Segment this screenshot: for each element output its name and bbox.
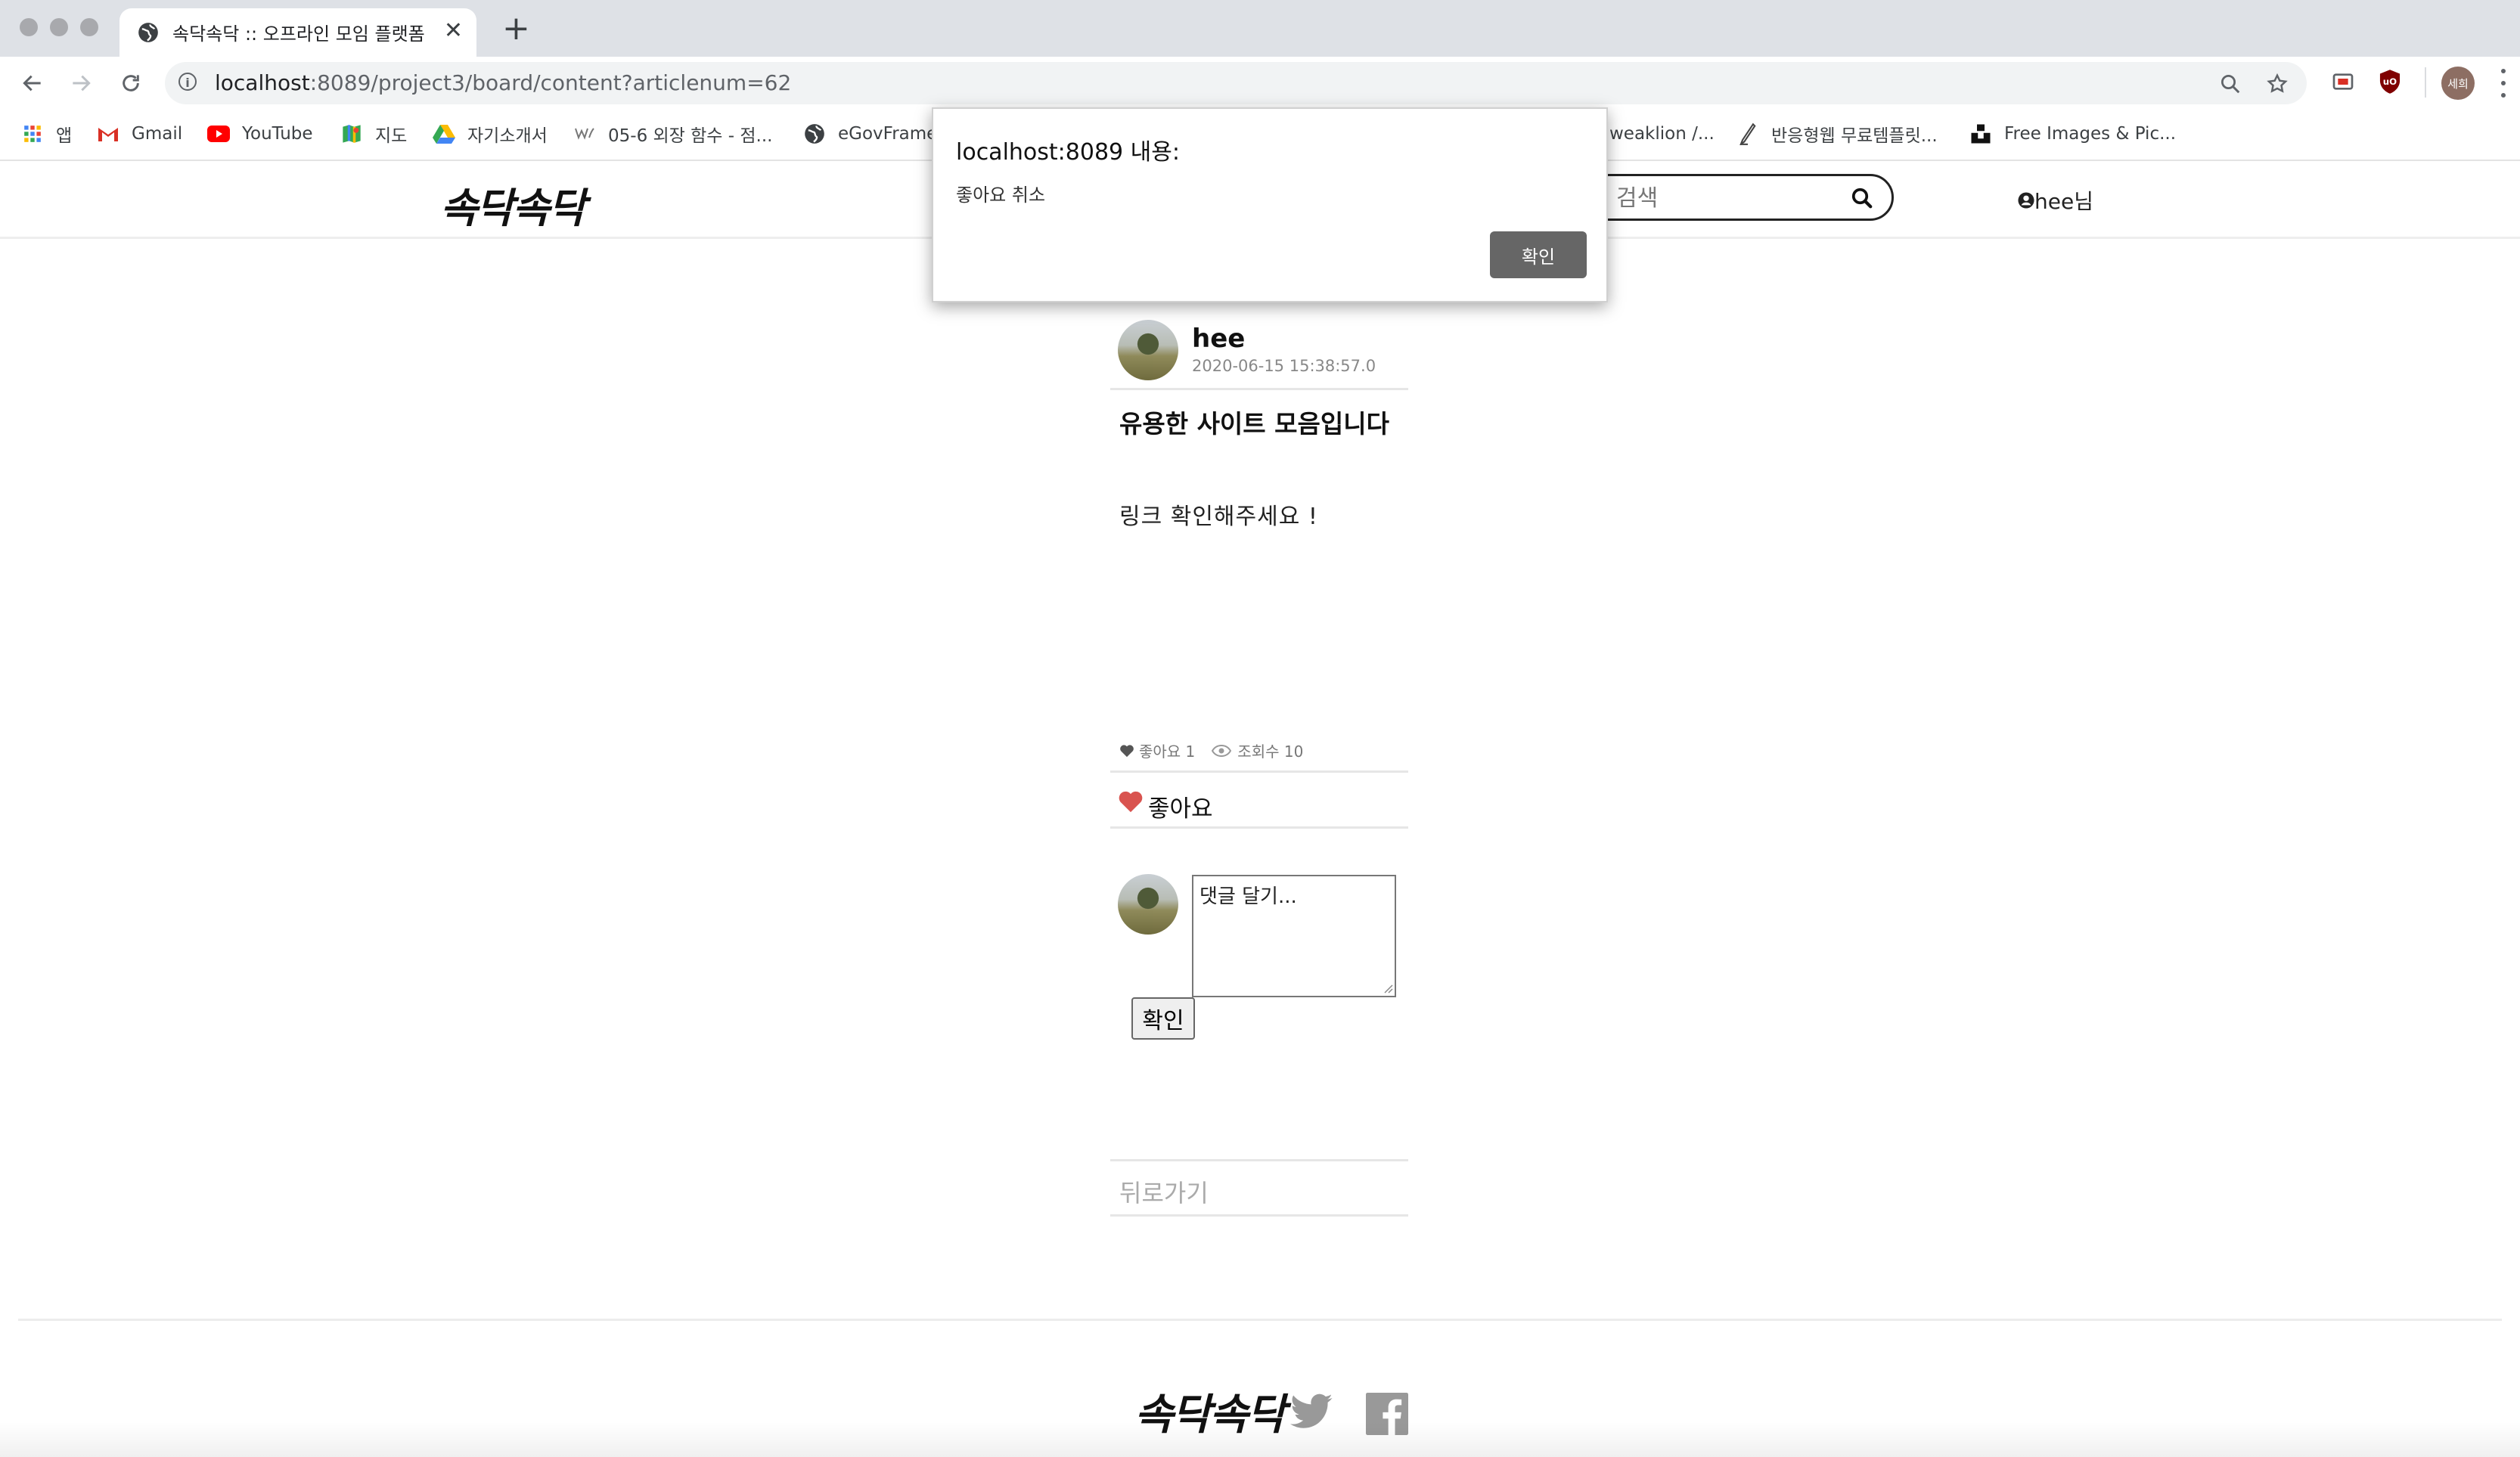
gmail-icon — [97, 122, 119, 145]
tab-title: 속닥속닥 :: 오프라인 모임 플랫폼 — [172, 23, 425, 45]
window-minimize-dot[interactable] — [50, 18, 68, 36]
browser-tab-strip: 속닥속닥 :: 오프라인 모임 플랫폼 ✕ + — [0, 0, 2520, 57]
author-avatar — [1118, 320, 1178, 380]
bookmark-label: 지도 — [375, 126, 408, 146]
tab-close-icon[interactable]: ✕ — [444, 17, 463, 45]
bookmark-weaklion[interactable]: weaklion /... — [1609, 119, 1715, 149]
site-search — [1585, 174, 1894, 221]
bookmark-apps[interactable]: 앱 — [21, 119, 72, 149]
globe-icon — [138, 23, 158, 42]
bookmark-wikidocs[interactable]: 05-6 외장 함수 - 점... — [573, 119, 772, 149]
eye-icon — [1212, 744, 1232, 757]
resize-handle-icon[interactable] — [1383, 983, 1393, 994]
bookmark-gmail[interactable]: Gmail — [97, 119, 182, 149]
user-menu-link[interactable]: hee님 — [2018, 185, 2093, 215]
globe-icon — [803, 122, 826, 145]
bookmark-label: 앱 — [56, 126, 73, 146]
views-count: 조회수 10 — [1237, 742, 1304, 761]
search-icon[interactable] — [1851, 187, 1873, 209]
commenter-avatar — [1118, 874, 1178, 935]
divider — [1110, 826, 1408, 829]
browser-toolbar: i localhost:8089/project3/board/content?… — [0, 57, 2520, 110]
cast-icon[interactable] — [2331, 70, 2355, 94]
footer-divider — [18, 1319, 2502, 1321]
divider — [1110, 770, 1408, 773]
maps-icon — [340, 122, 363, 145]
comment-submit-button[interactable]: 확인 — [1131, 997, 1195, 1040]
bookmark-youtube[interactable]: YouTube — [207, 119, 313, 149]
bookmark-label: 자기소개서 — [467, 126, 548, 146]
unsplash-icon — [1969, 122, 1992, 145]
bookmark-label: Gmail — [132, 124, 183, 144]
wikidocs-icon — [573, 122, 596, 145]
bookmark-label: 05-6 외장 함수 - 점... — [608, 126, 773, 146]
address-url[interactable]: localhost:8089/project3/board/content?ar… — [215, 70, 791, 95]
divider — [1110, 388, 1408, 390]
bookmark-unsplash[interactable]: Free Images & Pic... — [1969, 119, 2176, 149]
bookmark-label: weaklion /... — [1609, 124, 1715, 144]
address-bar[interactable]: i localhost:8089/project3/board/content?… — [165, 62, 2307, 104]
user-label: hee님 — [2034, 189, 2093, 214]
comment-textarea[interactable] — [1192, 875, 1396, 997]
bookmark-label: 반응형웹 무료템플릿... — [1771, 126, 1938, 146]
back-arrow-icon[interactable] — [14, 64, 51, 102]
bookmark-template[interactable]: 반응형웹 무료템플릿... — [1736, 119, 1938, 149]
profile-avatar[interactable]: 세희 — [2441, 67, 2475, 100]
site-info-icon[interactable]: i — [178, 73, 197, 91]
drive-icon — [433, 122, 455, 145]
user-circle-icon — [2018, 192, 2034, 209]
search-input[interactable] — [1615, 182, 1845, 214]
like-button[interactable]: 좋아요 — [1118, 779, 1213, 823]
window-zoom-dot[interactable] — [80, 18, 98, 36]
browser-tab-active[interactable]: 속닥속닥 :: 오프라인 모임 플랫폼 ✕ — [119, 8, 476, 57]
divider — [1110, 1214, 1408, 1217]
post-stats: 좋아요 1 조회수 10 — [1119, 739, 1303, 761]
apps-grid-icon — [21, 122, 44, 145]
reload-icon[interactable] — [112, 64, 150, 102]
ublock-shield-icon[interactable]: uO — [2378, 69, 2402, 95]
author-name[interactable]: hee — [1192, 324, 1245, 354]
divider — [1110, 1159, 1408, 1161]
post-body: 링크 확인해주세요 ! — [1119, 504, 1318, 530]
back-link[interactable]: 뒤로가기 — [1119, 1174, 1209, 1209]
footer-shadow — [0, 1421, 2520, 1457]
bookmark-star-icon[interactable] — [2266, 73, 2289, 95]
forward-arrow-icon[interactable] — [62, 64, 100, 102]
heart-small-icon — [1120, 744, 1134, 757]
bookmark-drive[interactable]: 자기소개서 — [433, 119, 548, 149]
bookmark-egovframe[interactable]: eGovFrame — [803, 119, 937, 149]
likes-count: 좋아요 1 — [1139, 742, 1196, 761]
like-label: 좋아요 — [1148, 795, 1213, 823]
profile-label: 세희 — [2447, 76, 2469, 91]
pen-icon — [1736, 122, 1759, 145]
post-date: 2020-06-15 15:38:57.0 — [1192, 357, 1376, 375]
window-close-dot[interactable] — [20, 18, 38, 36]
site-logo[interactable]: 속닥속닥 — [440, 175, 586, 234]
new-tab-button[interactable]: + — [502, 11, 530, 47]
bookmark-maps[interactable]: 지도 — [340, 119, 407, 149]
zoom-icon[interactable] — [2219, 73, 2242, 95]
dialog-message: 좋아요 취소 — [956, 184, 1046, 206]
dialog-title: localhost:8089 내용: — [956, 139, 1180, 166]
heart-icon — [1119, 791, 1143, 812]
dialog-ok-button[interactable]: 확인 — [1490, 231, 1587, 278]
bookmark-label: YouTube — [242, 124, 313, 144]
alert-dialog: localhost:8089 내용: 좋아요 취소 확인 — [932, 107, 1608, 302]
post-title: 유용한 사이트 모음입니다 — [1119, 409, 1389, 439]
youtube-icon — [207, 122, 230, 145]
bookmark-label: Free Images & Pic... — [2004, 124, 2177, 144]
browser-menu-icon[interactable] — [2500, 69, 2506, 98]
toolbar-divider — [2425, 67, 2426, 98]
svg-text:uO: uO — [2383, 76, 2397, 87]
bookmark-label: eGovFrame — [838, 124, 938, 144]
